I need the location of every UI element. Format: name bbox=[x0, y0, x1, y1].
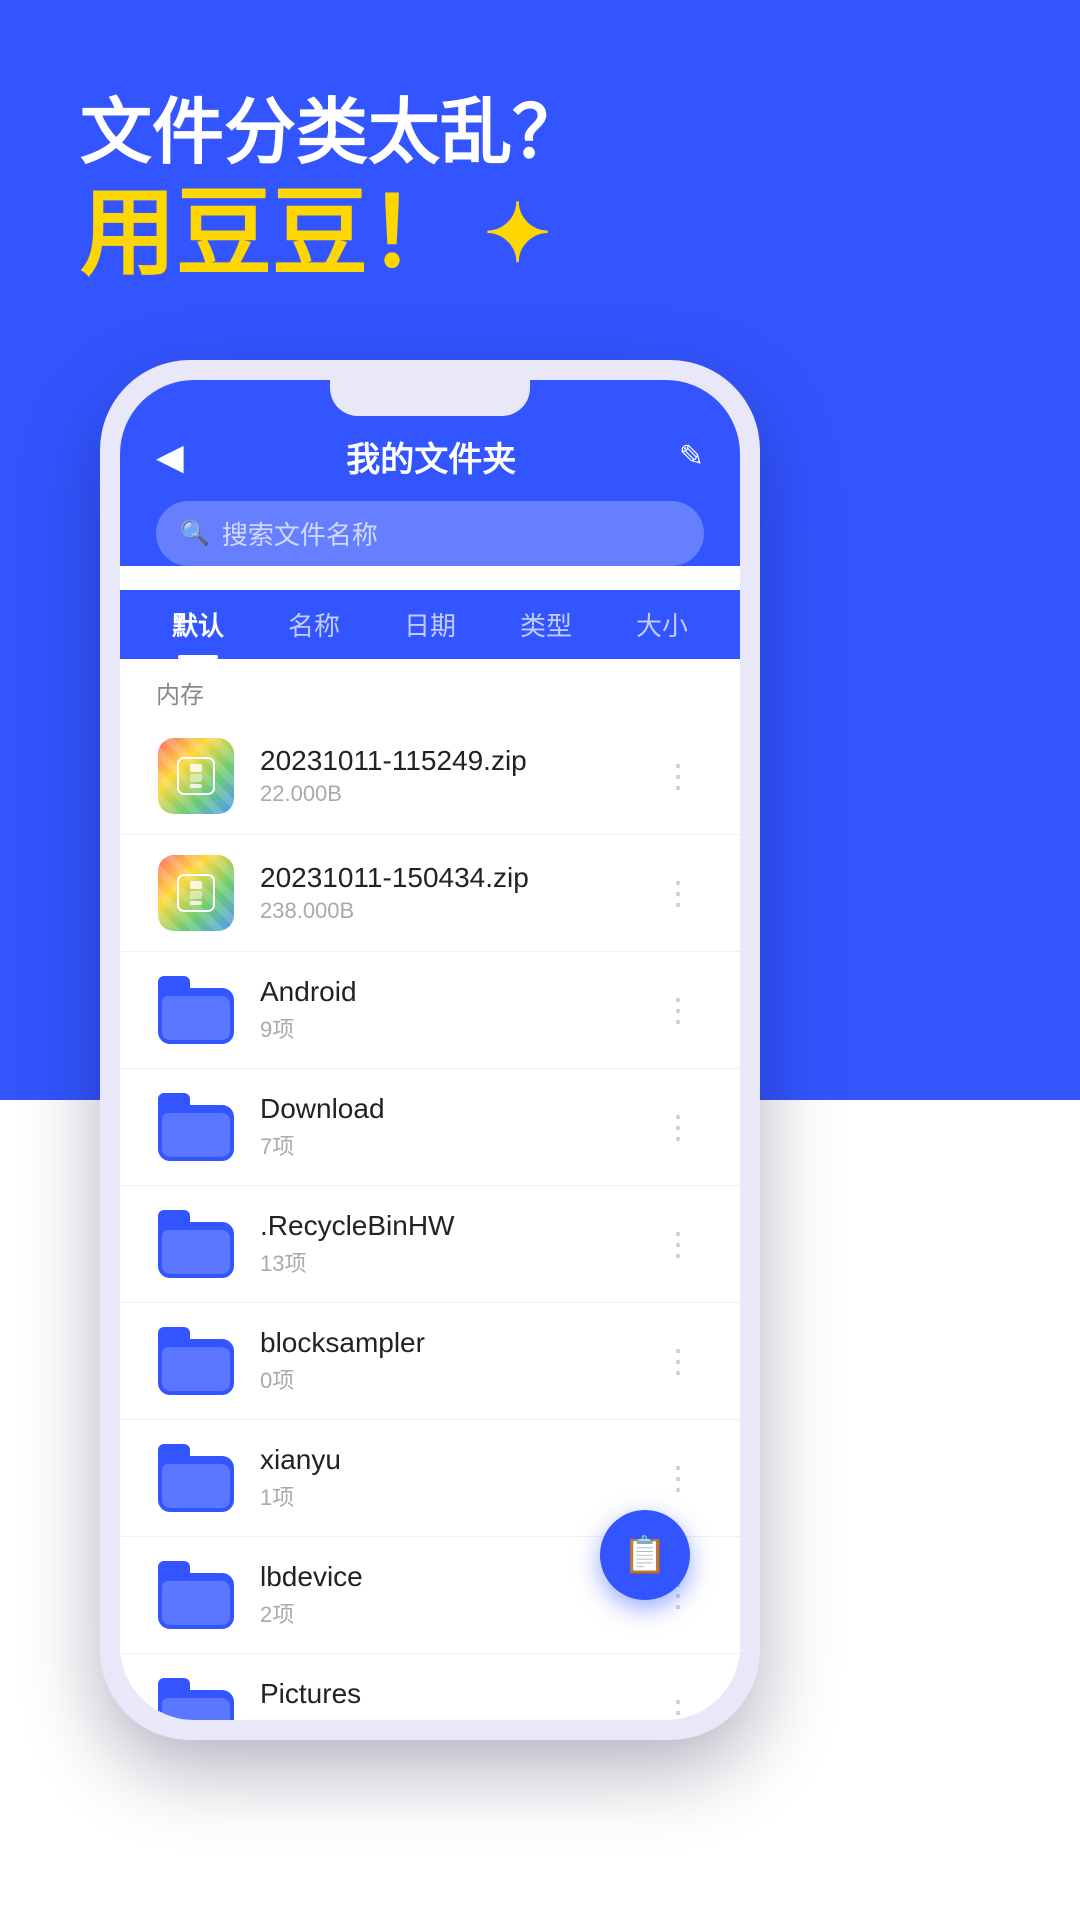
sort-tab-date[interactable]: 日期 bbox=[372, 590, 488, 659]
file-meta: 1项 bbox=[260, 1480, 652, 1512]
more-options-icon[interactable]: ⋮ bbox=[652, 1215, 704, 1273]
file-name: blocksampler bbox=[260, 1327, 652, 1359]
sort-tab-default[interactable]: 默认 bbox=[140, 590, 256, 659]
file-name: Download bbox=[260, 1093, 652, 1125]
file-item[interactable]: .RecycleBinHW 13项 ⋮ bbox=[120, 1186, 740, 1303]
star-decoration: ✦ bbox=[484, 186, 551, 282]
folder-icon-wrap bbox=[156, 1555, 236, 1635]
file-name: lbdevice bbox=[260, 1561, 652, 1593]
file-info: 20231011-115249.zip 22.000B bbox=[260, 745, 652, 807]
more-options-icon[interactable]: ⋮ bbox=[652, 1683, 704, 1720]
folder-icon-wrap bbox=[156, 1672, 236, 1720]
file-item[interactable]: Pictures 8项 ⋮ bbox=[120, 1654, 740, 1720]
folder-icon bbox=[158, 1561, 234, 1629]
search-bar[interactable]: 🔍 搜索文件名称 bbox=[156, 501, 704, 566]
file-name: Android bbox=[260, 976, 652, 1008]
file-name: 20231011-115249.zip bbox=[260, 745, 652, 777]
folder-icon-wrap bbox=[156, 1321, 236, 1401]
phone-outer-shell: ◀ 我的文件夹 ✎ 🔍 搜索文件名称 默认 名称 日期 类型 大小 内存 bbox=[100, 360, 760, 1740]
search-placeholder: 搜索文件名称 bbox=[222, 515, 378, 552]
fab-icon: 📋 bbox=[623, 1534, 668, 1576]
more-options-icon[interactable]: ⋮ bbox=[652, 1098, 704, 1156]
title-row: ◀ 我的文件夹 ✎ bbox=[156, 432, 704, 501]
hero-section: 文件分类太乱？ 用豆豆！ ✦ bbox=[80, 90, 584, 292]
file-info: lbdevice 2项 bbox=[260, 1561, 652, 1629]
hero-line2-text: 用豆豆！ bbox=[80, 176, 464, 291]
file-meta: 0项 bbox=[260, 1363, 652, 1395]
phone-notch bbox=[330, 380, 530, 416]
sort-tabs: 默认 名称 日期 类型 大小 bbox=[120, 590, 740, 659]
file-name: Pictures bbox=[260, 1678, 652, 1710]
file-meta: 13项 bbox=[260, 1246, 652, 1278]
file-item[interactable]: blocksampler 0项 ⋮ bbox=[120, 1303, 740, 1420]
file-item[interactable]: 20231011-150434.zip 238.000B ⋮ bbox=[120, 835, 740, 952]
zip-icon bbox=[158, 855, 234, 931]
folder-icon bbox=[158, 1093, 234, 1161]
edit-button[interactable]: ✎ bbox=[679, 439, 704, 474]
zip-icon-wrap bbox=[156, 736, 236, 816]
folder-icon bbox=[158, 1444, 234, 1512]
sort-tab-type[interactable]: 类型 bbox=[488, 590, 604, 659]
folder-icon-wrap bbox=[156, 1438, 236, 1518]
file-name: xianyu bbox=[260, 1444, 652, 1476]
file-name: 20231011-150434.zip bbox=[260, 862, 652, 894]
folder-icon-wrap bbox=[156, 1087, 236, 1167]
file-name: .RecycleBinHW bbox=[260, 1210, 652, 1242]
phone-mockup: ◀ 我的文件夹 ✎ 🔍 搜索文件名称 默认 名称 日期 类型 大小 内存 bbox=[100, 360, 760, 1740]
more-options-icon[interactable]: ⋮ bbox=[652, 747, 704, 805]
hero-line1: 文件分类太乱？ bbox=[80, 90, 584, 176]
search-icon: 🔍 bbox=[180, 519, 210, 548]
file-item[interactable]: Android 9项 ⋮ bbox=[120, 952, 740, 1069]
file-meta: 7项 bbox=[260, 1129, 652, 1161]
folder-icon bbox=[158, 1210, 234, 1278]
folder-icon bbox=[158, 1327, 234, 1395]
file-meta: 22.000B bbox=[260, 781, 652, 807]
file-meta: 9项 bbox=[260, 1012, 652, 1044]
zip-icon-wrap bbox=[156, 853, 236, 933]
file-item[interactable]: Download 7项 ⋮ bbox=[120, 1069, 740, 1186]
more-options-icon[interactable]: ⋮ bbox=[652, 864, 704, 922]
file-info: xianyu 1项 bbox=[260, 1444, 652, 1512]
file-info: 20231011-150434.zip 238.000B bbox=[260, 862, 652, 924]
file-info: Pictures 8项 bbox=[260, 1678, 652, 1720]
zip-icon bbox=[158, 738, 234, 814]
folder-icon-wrap bbox=[156, 1204, 236, 1284]
folder-icon bbox=[158, 1678, 234, 1720]
file-item[interactable]: 20231011-115249.zip 22.000B ⋮ bbox=[120, 718, 740, 835]
folder-icon bbox=[158, 976, 234, 1044]
file-info: Download 7项 bbox=[260, 1093, 652, 1161]
file-meta: 8项 bbox=[260, 1714, 652, 1720]
app-title: 我的文件夹 bbox=[346, 432, 516, 481]
more-options-icon[interactable]: ⋮ bbox=[652, 1332, 704, 1390]
file-meta: 238.000B bbox=[260, 898, 652, 924]
file-meta: 2项 bbox=[260, 1597, 652, 1629]
more-options-icon[interactable]: ⋮ bbox=[652, 1449, 704, 1507]
back-button[interactable]: ◀ bbox=[156, 436, 184, 478]
sort-tab-size[interactable]: 大小 bbox=[604, 590, 720, 659]
sort-tab-name[interactable]: 名称 bbox=[256, 590, 372, 659]
file-info: .RecycleBinHW 13项 bbox=[260, 1210, 652, 1278]
fab-button[interactable]: 📋 bbox=[600, 1510, 690, 1600]
file-info: blocksampler 0项 bbox=[260, 1327, 652, 1395]
phone-screen: ◀ 我的文件夹 ✎ 🔍 搜索文件名称 默认 名称 日期 类型 大小 内存 bbox=[120, 380, 740, 1720]
file-info: Android 9项 bbox=[260, 976, 652, 1044]
section-label: 内存 bbox=[120, 659, 740, 718]
folder-icon-wrap bbox=[156, 970, 236, 1050]
hero-line2: 用豆豆！ ✦ bbox=[80, 176, 584, 291]
more-options-icon[interactable]: ⋮ bbox=[652, 981, 704, 1039]
